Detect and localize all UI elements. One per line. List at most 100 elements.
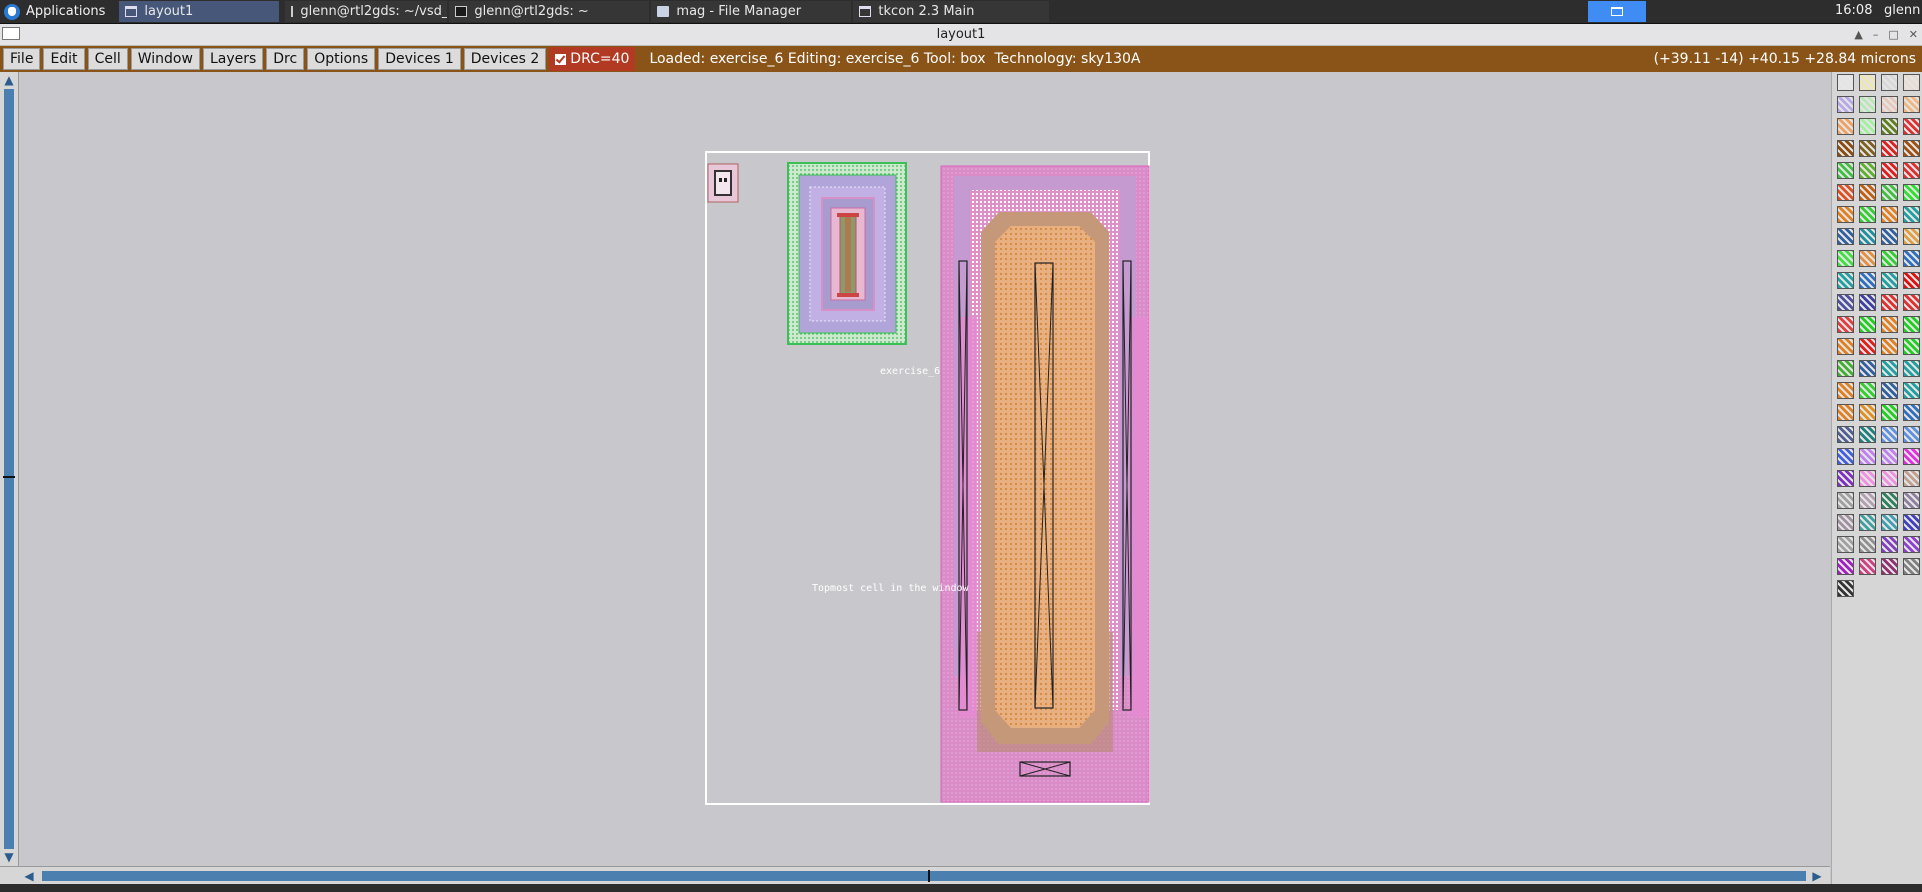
layer-swatch[interactable] [1881,228,1898,245]
layer-swatch[interactable] [1837,580,1854,597]
layer-swatch[interactable] [1859,448,1876,465]
layer-swatch[interactable] [1881,448,1898,465]
layer-swatch[interactable] [1859,206,1876,223]
horizontal-scroll-trough[interactable] [42,871,1806,881]
layer-swatch[interactable] [1859,470,1876,487]
layer-swatch[interactable] [1903,272,1920,289]
layer-swatch[interactable] [1859,140,1876,157]
layer-swatch[interactable] [1859,118,1876,135]
layer-swatch[interactable] [1837,558,1854,575]
layer-swatch[interactable] [1859,404,1876,421]
task-file-manager[interactable]: mag - File Manager [651,1,852,22]
layer-swatch[interactable] [1859,228,1876,245]
layer-swatch[interactable] [1903,382,1920,399]
layer-swatch[interactable] [1881,250,1898,267]
menu-drc[interactable]: Drc [266,48,305,70]
layer-swatch[interactable] [1881,96,1898,113]
layer-swatch[interactable] [1859,162,1876,179]
layer-swatch[interactable] [1837,294,1854,311]
layer-swatch[interactable] [1837,96,1854,113]
layer-swatch[interactable] [1859,382,1876,399]
layer-swatch[interactable] [1859,294,1876,311]
layer-swatch[interactable] [1837,74,1854,91]
task-tkcon[interactable]: tkcon 2.3 Main [853,1,1050,22]
layer-swatch[interactable] [1903,448,1920,465]
layer-swatch[interactable] [1903,250,1920,267]
layer-swatch[interactable] [1859,536,1876,553]
layer-swatch[interactable] [1881,184,1898,201]
layer-swatch[interactable] [1837,228,1854,245]
layer-swatch[interactable] [1881,360,1898,377]
layer-swatch[interactable] [1903,470,1920,487]
layer-swatch[interactable] [1837,382,1854,399]
layer-swatch[interactable] [1903,162,1920,179]
layer-swatch[interactable] [1859,360,1876,377]
layer-swatch[interactable] [1859,338,1876,355]
layer-swatch[interactable] [1881,118,1898,135]
layout-canvas[interactable]: exercise_6 Topmost cell in the window [19,72,1831,866]
vertical-scroll-trough[interactable] [4,89,14,849]
layer-swatch[interactable] [1881,294,1898,311]
menu-devices-1[interactable]: Devices 1 [378,48,461,70]
layer-swatch[interactable] [1903,140,1920,157]
layout-drawing[interactable] [19,72,1831,866]
layer-swatch[interactable] [1881,338,1898,355]
drc-toggle[interactable]: DRC=40 [549,47,636,71]
layer-swatch[interactable] [1903,492,1920,509]
layer-swatch[interactable] [1881,404,1898,421]
maximize-icon[interactable]: □ [1888,24,1898,45]
shade-icon[interactable]: ▲ [1854,24,1862,45]
layer-swatch[interactable] [1837,118,1854,135]
layer-swatch[interactable] [1859,492,1876,509]
scroll-up-icon[interactable]: ▲ [2,73,16,87]
layer-swatch[interactable] [1837,316,1854,333]
layer-swatch[interactable] [1903,514,1920,531]
layer-swatch[interactable] [1837,162,1854,179]
layer-swatch[interactable] [1859,426,1876,443]
layer-swatch[interactable] [1837,184,1854,201]
layer-swatch[interactable] [1881,536,1898,553]
layer-swatch[interactable] [1881,426,1898,443]
layer-swatch[interactable] [1903,96,1920,113]
menu-file[interactable]: File [3,48,41,70]
layer-swatch[interactable] [1881,162,1898,179]
task-layout1[interactable]: layout1 [119,1,280,22]
menu-cell[interactable]: Cell [87,48,128,70]
layer-swatch[interactable] [1903,74,1920,91]
layer-swatch[interactable] [1859,272,1876,289]
layer-swatch[interactable] [1837,426,1854,443]
layer-swatch[interactable] [1903,404,1920,421]
layer-swatch[interactable] [1903,536,1920,553]
layer-swatch[interactable] [1903,360,1920,377]
applications-menu[interactable]: Applications [0,0,113,23]
layer-swatch[interactable] [1837,492,1854,509]
layer-swatch[interactable] [1859,316,1876,333]
layer-swatch[interactable] [1837,338,1854,355]
layer-swatch[interactable] [1837,272,1854,289]
layer-swatch[interactable] [1881,140,1898,157]
layer-swatch[interactable] [1881,514,1898,531]
layer-swatch[interactable] [1837,514,1854,531]
layer-swatch[interactable] [1881,74,1898,91]
layer-swatch[interactable] [1837,470,1854,487]
layer-swatch[interactable] [1837,250,1854,267]
layer-swatch[interactable] [1881,272,1898,289]
layer-swatch[interactable] [1837,360,1854,377]
layer-swatch[interactable] [1881,492,1898,509]
layer-swatch[interactable] [1903,294,1920,311]
layer-swatch[interactable] [1859,250,1876,267]
user-menu[interactable]: glenn [1884,3,1920,18]
minimize-icon[interactable]: – [1873,24,1879,45]
layer-swatch[interactable] [1903,118,1920,135]
layer-swatch[interactable] [1903,426,1920,443]
menu-window[interactable]: Window [130,48,200,70]
layer-swatch[interactable] [1881,558,1898,575]
layer-swatch[interactable] [1881,470,1898,487]
layer-swatch[interactable] [1903,316,1920,333]
layer-swatch[interactable] [1859,514,1876,531]
horizontal-scroll-thumb[interactable] [928,870,930,882]
layer-swatch[interactable] [1837,448,1854,465]
layer-swatch[interactable] [1837,206,1854,223]
menu-devices-2[interactable]: Devices 2 [463,48,547,70]
layer-swatch[interactable] [1881,382,1898,399]
